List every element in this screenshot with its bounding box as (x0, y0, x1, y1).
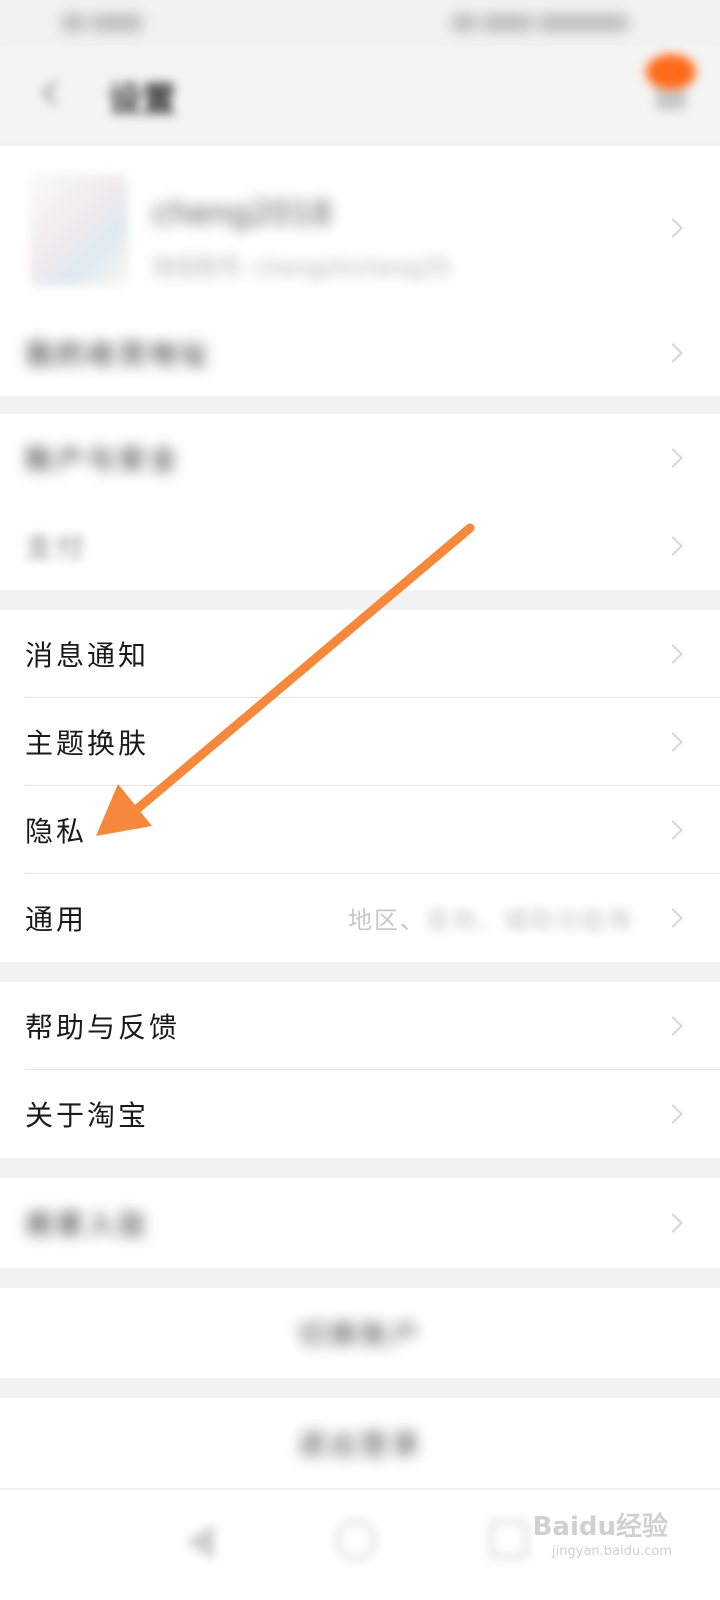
logout-button[interactable]: 退出登录 (0, 1398, 720, 1488)
page-title: 设置 (108, 80, 176, 120)
list-item-theme[interactable]: 主题换肤 (0, 698, 720, 786)
address-group: 我的收货地址 (0, 310, 720, 396)
list-item-merchant[interactable]: 商家入驻 (0, 1178, 720, 1268)
list-item-account-security[interactable]: 账户与安全 (0, 414, 720, 502)
list-item-label: 主题换肤 (25, 727, 150, 760)
chevron-right-icon (663, 536, 683, 556)
watermark-url: jingyan.baidu.com (552, 1544, 672, 1559)
list-item-payment[interactable]: 支付 (0, 502, 720, 590)
list-item-label: 关于淘宝 (25, 1099, 150, 1132)
nav-home-icon[interactable] (336, 1520, 376, 1560)
profile-card[interactable]: cheng2018 淘宝账号: chengshicheng29 (0, 146, 720, 310)
list-item-label: 消息通知 (25, 639, 150, 672)
nav-recent-icon[interactable] (490, 1520, 528, 1558)
list-item-address[interactable]: 我的收货地址 (0, 310, 720, 396)
logout-label: 退出登录 (297, 1428, 422, 1461)
list-item-help-feedback[interactable]: 帮助与反馈 (0, 982, 720, 1070)
switch-account-label: 切换账户 (297, 1318, 422, 1351)
chevron-right-icon (663, 218, 683, 238)
status-icons (452, 12, 642, 34)
list-item-privacy[interactable]: 隐私 (0, 786, 720, 874)
merchant-group: 商家入驻 (0, 1178, 720, 1268)
switch-account-button[interactable]: 切换账户 (0, 1288, 720, 1378)
list-item-label: 商家入驻 (25, 1208, 150, 1241)
back-arrow-icon[interactable] (36, 78, 66, 108)
header: 设置 (0, 46, 720, 142)
chevron-right-icon (663, 732, 683, 752)
chevron-right-icon (663, 908, 683, 928)
settings-group: 消息通知 主题换肤 隐私 通用 地区、音效、辅助功能等 (0, 610, 720, 962)
watermark-logo: Baidu经验 (532, 1512, 668, 1542)
nav-back-icon[interactable] (186, 1524, 214, 1560)
chevron-right-icon (663, 1104, 683, 1124)
list-item-label: 我的收货地址 (25, 338, 212, 371)
chevron-right-icon (663, 1213, 683, 1233)
chevron-right-icon (663, 644, 683, 664)
list-item-general[interactable]: 通用 地区、音效、辅助功能等 (0, 874, 720, 962)
general-summary: 地区、音效、辅助功能等 (348, 906, 634, 935)
help-group: 帮助与反馈 关于淘宝 (0, 982, 720, 1158)
chevron-right-icon (663, 1016, 683, 1036)
list-item-notifications[interactable]: 消息通知 (0, 610, 720, 698)
chevron-right-icon (663, 448, 683, 468)
chevron-right-icon (663, 820, 683, 840)
list-item-about[interactable]: 关于淘宝 (0, 1070, 720, 1158)
notification-badge (646, 54, 696, 90)
account-group: 账户与安全 支付 (0, 414, 720, 590)
list-item-label: 隐私 (25, 815, 88, 848)
list-item-label: 支付 (25, 531, 88, 564)
signal-icon (62, 12, 162, 34)
list-item-label: 账户与安全 (25, 443, 181, 476)
chevron-right-icon (663, 343, 683, 363)
list-item-label: 通用 (25, 903, 88, 936)
status-bar (0, 0, 720, 46)
list-item-label: 帮助与反馈 (25, 1011, 181, 1044)
